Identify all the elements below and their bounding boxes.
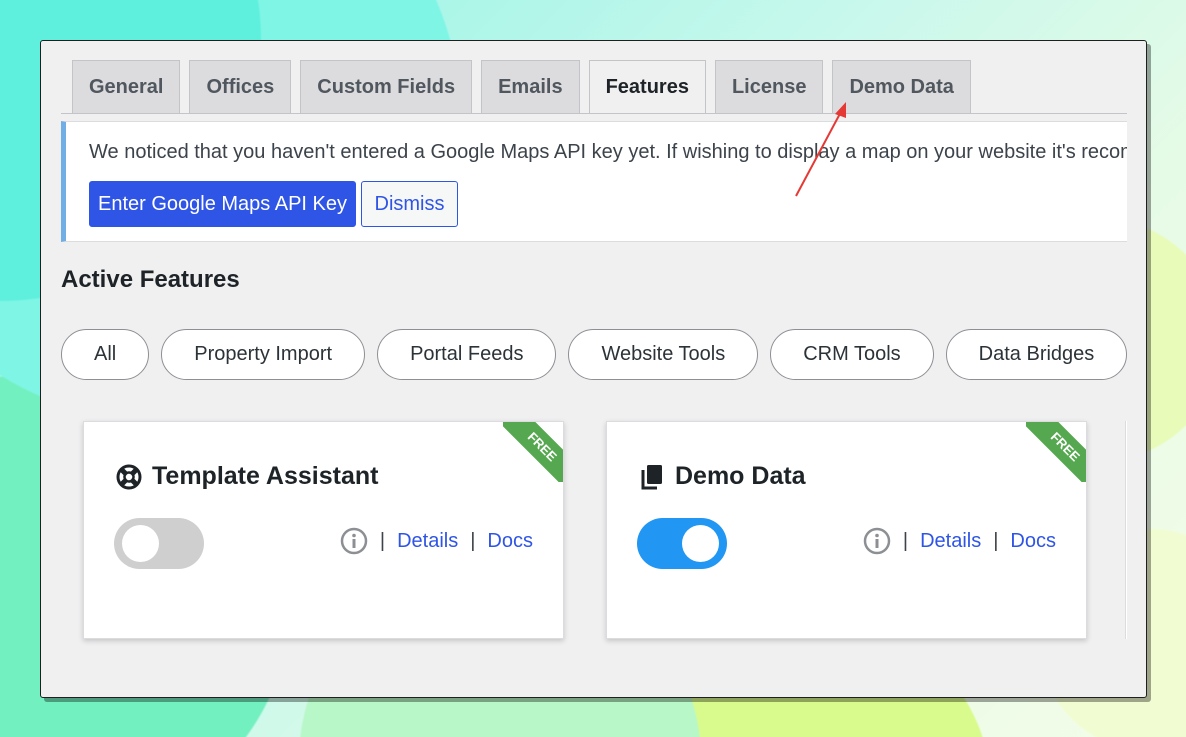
feature-card-demo-data: FREE Demo Data | Details | Docs	[606, 421, 1087, 639]
section-title: Active Features	[61, 266, 240, 293]
filter-portal-feeds[interactable]: Portal Feeds	[377, 329, 557, 380]
info-icon[interactable]	[340, 527, 368, 555]
settings-content: General Offices Custom Fields Emails Fea…	[61, 41, 1127, 697]
filter-property-import[interactable]: Property Import	[161, 329, 366, 380]
tab-demo-data[interactable]: Demo Data	[832, 60, 971, 113]
card-links: | Details | Docs	[863, 527, 1056, 555]
free-badge: FREE	[503, 422, 563, 482]
card-title: Demo Data	[639, 462, 806, 491]
filter-data-bridges[interactable]: Data Bridges	[945, 329, 1127, 380]
copy-icon	[639, 464, 665, 490]
free-ribbon: FREE	[503, 422, 563, 482]
link-separator: |	[902, 529, 909, 552]
tab-offices[interactable]: Offices	[189, 60, 292, 113]
details-link[interactable]: Details	[920, 530, 981, 553]
card-title-text: Demo Data	[675, 462, 806, 490]
tab-license[interactable]: License	[714, 60, 824, 113]
info-icon[interactable]	[863, 527, 891, 555]
tab-emails[interactable]: Emails	[481, 60, 580, 113]
toggle-knob	[682, 525, 719, 562]
feature-toggle[interactable]	[637, 518, 727, 569]
link-separator: |	[470, 529, 476, 552]
card-title: Template Assistant	[116, 462, 378, 491]
tab-general[interactable]: General	[72, 60, 181, 113]
feature-card-partial	[1125, 421, 1127, 639]
tab-divider	[61, 113, 1127, 114]
toggle-knob	[122, 525, 159, 562]
filter-website-tools[interactable]: Website Tools	[568, 329, 759, 380]
enter-api-key-button[interactable]: Enter Google Maps API Key	[89, 181, 356, 227]
free-ribbon: FREE	[1026, 422, 1086, 482]
filter-crm-tools[interactable]: CRM Tools	[770, 329, 934, 380]
free-badge: FREE	[1026, 422, 1086, 482]
card-title-text: Template Assistant	[152, 462, 379, 490]
details-link[interactable]: Details	[397, 530, 458, 553]
link-separator: |	[379, 529, 386, 552]
life-ring-icon	[116, 464, 142, 490]
settings-window: General Offices Custom Fields Emails Fea…	[40, 40, 1147, 698]
feature-toggle[interactable]	[114, 518, 204, 569]
feature-card-template-assistant: FREE Template Assistant | Details | Docs	[83, 421, 564, 639]
google-maps-notice: We noticed that you haven't entered a Go…	[61, 121, 1127, 242]
card-links: | Details | Docs	[340, 527, 533, 555]
notice-text: We noticed that you haven't entered a Go…	[89, 141, 1127, 163]
filter-all[interactable]: All	[61, 329, 150, 380]
tab-bar: General Offices Custom Fields Emails Fea…	[72, 60, 971, 114]
docs-link[interactable]: Docs	[487, 530, 533, 553]
feature-filters: All Property Import Portal Feeds Website…	[61, 329, 1127, 380]
link-separator: |	[993, 529, 999, 552]
tab-custom-fields[interactable]: Custom Fields	[300, 60, 473, 113]
tab-features[interactable]: Features	[588, 60, 706, 114]
dismiss-button[interactable]: Dismiss	[361, 181, 458, 227]
docs-link[interactable]: Docs	[1010, 530, 1056, 553]
